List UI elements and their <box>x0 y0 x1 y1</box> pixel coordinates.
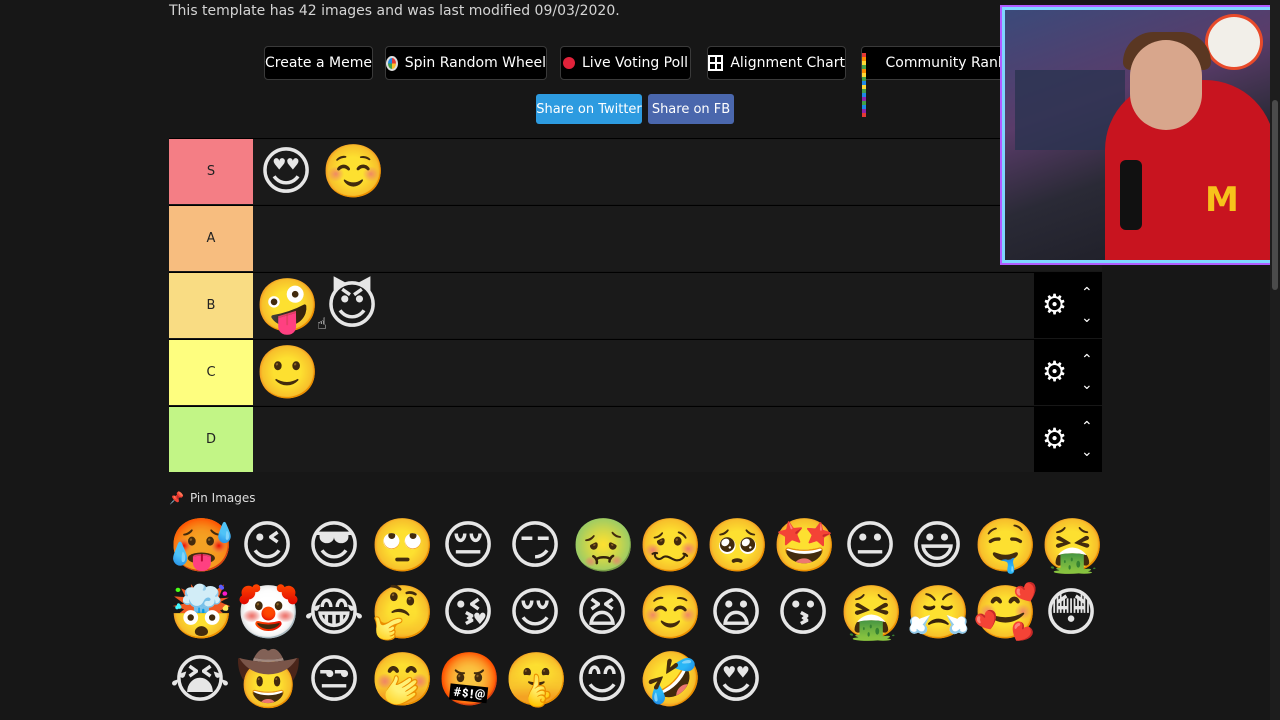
tier-label[interactable]: A <box>169 206 253 271</box>
chevron-up-icon[interactable]: ⌃ <box>1081 420 1093 434</box>
pool-emoji[interactable]: 🤭 <box>370 649 435 711</box>
create-meme-button[interactable]: Create a Meme <box>264 46 373 80</box>
spin-wheel-label: Spin Random Wheel <box>404 55 546 71</box>
pool-emoji[interactable]: 🤔 <box>370 582 435 644</box>
tier-label[interactable]: C <box>169 340 253 405</box>
pool-emoji[interactable]: 😤 <box>906 582 971 644</box>
tier-emoji[interactable]: 😍 <box>255 142 317 202</box>
spin-random-wheel-button[interactable]: Spin Random Wheel <box>385 46 547 80</box>
alignment-chart-button[interactable]: Alignment Chart <box>707 46 846 80</box>
pool-emoji[interactable]: 🤯 <box>169 582 234 644</box>
webcam-head <box>1130 40 1202 130</box>
template-info: This template has 42 images and was last… <box>169 3 620 19</box>
pool-emoji[interactable]: 😃 <box>906 515 968 577</box>
pin-images-label: Pin Images <box>189 491 256 505</box>
pool-emoji[interactable]: 🥴 <box>638 515 703 577</box>
pool-emoji[interactable]: 😘 <box>437 582 499 644</box>
tier-row-s: S 😍 ☺️ <box>169 138 1102 204</box>
tier-emoji[interactable]: ☺️ <box>321 142 386 202</box>
tier-label[interactable]: D <box>169 407 253 472</box>
community-label: Community Rank <box>885 55 1006 71</box>
share-fb-button[interactable]: Share on FB <box>648 94 734 124</box>
pin-icon: 📌 <box>169 491 184 505</box>
pool-emoji[interactable]: ☺️ <box>638 582 703 644</box>
pool-emoji[interactable]: 🙄 <box>370 515 435 577</box>
chevron-down-icon[interactable]: ⌄ <box>1081 445 1093 459</box>
image-pool: 🥵 😉 😎 🙄 😔 😏 🤢 🥴 🥺 🤩 😐 😃 🤤 🤮 🤯 🤡 😂 🤔 😘 😌 😫 ☺️ 😦 😗 🤮 😤 🥰 😳 😭 🤠 😒 🤭 🤬 🤫 😊 🤣 😍 <box>169 515 1109 711</box>
share-fb-label: Share on FB <box>651 101 731 117</box>
tier-row-c: C 🙂 ⚙ ⌃ ⌄ <box>169 339 1102 405</box>
create-meme-label: Create a Meme <box>265 55 372 71</box>
tier-controls: ⚙ ⌃ ⌄ <box>1034 273 1102 338</box>
community-rank-button[interactable]: Community Rank <box>861 46 1007 117</box>
tier-controls: ⚙ ⌃ ⌄ <box>1034 407 1102 472</box>
scroll-thumb[interactable] <box>1272 100 1278 290</box>
pool-emoji[interactable]: 😏 <box>504 515 566 577</box>
gear-icon[interactable]: ⚙ <box>1042 425 1067 453</box>
tier-items: 🙂 <box>255 340 320 405</box>
pool-emoji[interactable]: 🤫 <box>504 649 569 711</box>
tier-row-b: B 🤪 😈 ⚙ ⌃ ⌄ <box>169 272 1102 338</box>
pool-emoji[interactable]: 🤠 <box>236 649 301 711</box>
chevron-down-icon[interactable]: ⌄ <box>1081 378 1093 392</box>
pool-emoji[interactable]: 🤢 <box>571 515 636 577</box>
rank-grid-icon <box>862 53 879 117</box>
gear-icon[interactable]: ⚙ <box>1042 291 1067 319</box>
webcam-microphone <box>1120 160 1142 230</box>
pool-emoji[interactable]: 🤮 <box>839 582 904 644</box>
share-twitter-label: Share on Twitter <box>536 101 642 117</box>
pool-emoji[interactable]: 🤡 <box>236 582 301 644</box>
pool-emoji[interactable]: 😂 <box>303 582 365 644</box>
pool-emoji[interactable]: 😦 <box>705 582 767 644</box>
gear-icon[interactable]: ⚙ <box>1042 358 1067 386</box>
pool-emoji[interactable]: 😊 <box>571 649 633 711</box>
pool-emoji[interactable]: 🥰 <box>973 582 1038 644</box>
pool-emoji[interactable]: 😗 <box>772 582 834 644</box>
pool-emoji[interactable]: 😍 <box>705 649 767 711</box>
tier-emoji[interactable]: 🙂 <box>255 343 320 403</box>
live-voting-poll-button[interactable]: Live Voting Poll <box>560 46 691 80</box>
tier-emoji[interactable]: 😈 <box>321 276 383 336</box>
chevron-up-icon[interactable]: ⌃ <box>1081 286 1093 300</box>
pool-emoji[interactable]: 😫 <box>571 582 633 644</box>
pool-emoji[interactable]: 🤤 <box>973 515 1038 577</box>
webcam-logo: M <box>1205 180 1239 220</box>
pool-emoji[interactable]: 😎 <box>303 515 365 577</box>
webcam-overlay: M <box>1002 7 1274 263</box>
wheel-icon <box>386 55 398 71</box>
webcam-mask-decoration <box>1205 14 1263 70</box>
pool-emoji[interactable]: 😳 <box>1040 582 1102 644</box>
tier-row-d: D ⚙ ⌃ ⌄ <box>169 406 1102 472</box>
chevron-down-icon[interactable]: ⌄ <box>1081 311 1093 325</box>
tier-items: 😍 ☺️ <box>255 139 386 204</box>
tier-emoji[interactable]: 🤪 <box>255 276 320 336</box>
pool-emoji[interactable]: 🤮 <box>1040 515 1105 577</box>
pool-emoji[interactable]: 😔 <box>437 515 499 577</box>
pin-images-toggle[interactable]: 📌 Pin Images <box>169 491 256 505</box>
pool-emoji[interactable]: 😌 <box>504 582 566 644</box>
chevron-up-icon[interactable]: ⌃ <box>1081 353 1093 367</box>
pool-emoji[interactable]: 🤣 <box>638 649 703 711</box>
live-poll-label: Live Voting Poll <box>582 55 688 71</box>
share-twitter-button[interactable]: Share on Twitter <box>536 94 642 124</box>
pool-emoji[interactable]: 🥺 <box>705 515 770 577</box>
record-dot-icon <box>563 57 575 69</box>
pool-emoji[interactable]: 🤩 <box>772 515 837 577</box>
mouse-cursor-icon: ☝ <box>317 314 327 333</box>
pool-emoji[interactable]: 😉 <box>236 515 298 577</box>
alignment-label: Alignment Chart <box>730 55 845 71</box>
tier-row-a: A <box>169 205 1102 271</box>
grid-icon <box>708 55 724 71</box>
tier-label[interactable]: B <box>169 273 253 338</box>
tier-controls: ⚙ ⌃ ⌄ <box>1034 340 1102 405</box>
pool-emoji[interactable]: 🥵 <box>169 515 234 577</box>
tier-label[interactable]: S <box>169 139 253 204</box>
pool-emoji[interactable]: 😭 <box>169 649 231 711</box>
page-scrollbar[interactable] <box>1270 0 1280 720</box>
pool-emoji[interactable]: 😐 <box>839 515 901 577</box>
pool-emoji[interactable]: 🤬 <box>437 649 502 711</box>
pool-emoji[interactable]: 😒 <box>303 649 365 711</box>
